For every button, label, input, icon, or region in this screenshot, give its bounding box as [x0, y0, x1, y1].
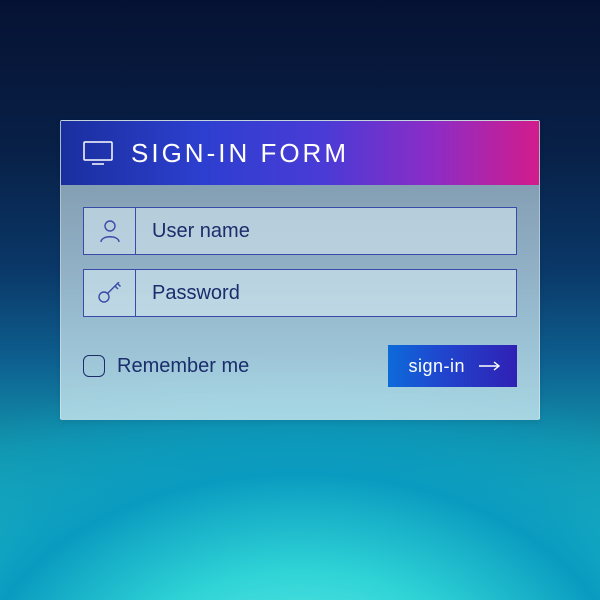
password-field[interactable]	[83, 269, 517, 317]
monitor-icon	[83, 141, 113, 165]
username-input[interactable]	[136, 208, 516, 254]
sign-in-button-label: sign-in	[408, 356, 465, 377]
remember-label: Remember me	[117, 355, 249, 378]
panel-footer: Remember me sign-in	[83, 345, 517, 387]
username-field[interactable]	[83, 207, 517, 255]
panel-header: SIGN-IN FORM	[61, 121, 539, 185]
panel-body: Remember me sign-in	[61, 185, 539, 419]
remember-checkbox[interactable]	[83, 355, 105, 377]
arrow-right-icon	[479, 361, 501, 371]
user-icon	[84, 208, 136, 254]
remember-me[interactable]: Remember me	[83, 355, 249, 378]
panel-title: SIGN-IN FORM	[131, 138, 349, 169]
key-icon	[84, 270, 136, 316]
password-input[interactable]	[136, 270, 516, 316]
sign-in-panel: SIGN-IN FORM	[60, 120, 540, 420]
sign-in-button[interactable]: sign-in	[388, 345, 517, 387]
